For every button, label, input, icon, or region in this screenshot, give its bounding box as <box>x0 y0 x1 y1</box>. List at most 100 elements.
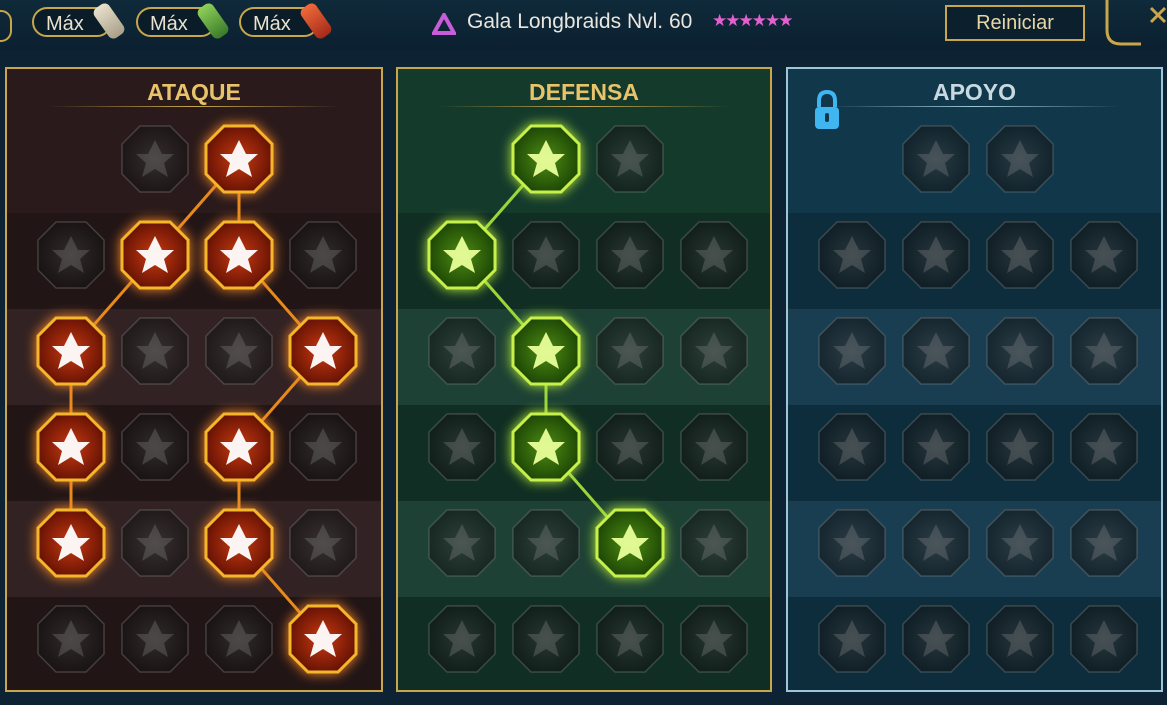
skill-node[interactable] <box>985 220 1055 290</box>
skill-node[interactable] <box>36 508 106 578</box>
currency-pill-label: Máx <box>150 13 188 35</box>
skill-node[interactable] <box>817 412 887 482</box>
tribal-mask-icon <box>986 605 1054 673</box>
horned-skull-icon <box>902 605 970 673</box>
skill-node[interactable] <box>595 412 665 482</box>
skill-node[interactable] <box>511 412 581 482</box>
skill-node[interactable] <box>120 508 190 578</box>
skill-node[interactable] <box>985 604 1055 674</box>
skill-node[interactable] <box>511 508 581 578</box>
skill-node[interactable] <box>1069 604 1139 674</box>
reset-button[interactable]: Reiniciar <box>945 5 1085 41</box>
skill-node[interactable] <box>204 124 274 194</box>
skill-node[interactable] <box>427 316 497 386</box>
blessed-figure-icon <box>818 317 886 385</box>
skill-node[interactable] <box>679 220 749 290</box>
skill-node[interactable] <box>901 124 971 194</box>
skill-node[interactable] <box>595 508 665 578</box>
currency-pill-label: Máx <box>46 13 84 35</box>
skill-node[interactable] <box>511 316 581 386</box>
skill-node[interactable] <box>901 316 971 386</box>
skill-node[interactable] <box>120 316 190 386</box>
skill-node[interactable] <box>120 124 190 194</box>
skill-node[interactable] <box>679 508 749 578</box>
skill-node[interactable] <box>511 604 581 674</box>
sword-aura-icon <box>204 508 274 578</box>
currency-pill-3[interactable]: Máx <box>239 1 334 41</box>
defense-panel: DEFENSA <box>396 67 772 692</box>
skill-node[interactable] <box>595 316 665 386</box>
skill-node[interactable] <box>120 604 190 674</box>
skill-node[interactable] <box>204 412 274 482</box>
skill-node[interactable] <box>427 508 497 578</box>
skill-node[interactable] <box>985 412 1055 482</box>
skill-node[interactable] <box>204 508 274 578</box>
skill-node[interactable] <box>817 508 887 578</box>
skill-node[interactable] <box>679 316 749 386</box>
skill-node[interactable] <box>120 220 190 290</box>
skill-node[interactable] <box>36 604 106 674</box>
skill-node[interactable] <box>817 220 887 290</box>
ogre-face-icon <box>596 605 664 673</box>
blade-slash-icon <box>204 124 274 194</box>
skill-node[interactable] <box>985 316 1055 386</box>
broken-sword-icon <box>680 221 748 289</box>
skill-node[interactable] <box>288 316 358 386</box>
skill-node[interactable] <box>595 604 665 674</box>
skill-node[interactable] <box>204 316 274 386</box>
skill-node[interactable] <box>1069 508 1139 578</box>
triple-drop-icon <box>512 509 580 577</box>
knight-helm-icon <box>121 605 189 673</box>
chained-heart-icon <box>818 413 886 481</box>
potion-flask-icon <box>818 605 886 673</box>
skill-node[interactable] <box>901 508 971 578</box>
skill-node[interactable] <box>288 412 358 482</box>
skill-node[interactable] <box>679 412 749 482</box>
skill-node[interactable] <box>595 220 665 290</box>
back-button-edge[interactable] <box>0 10 12 42</box>
shield-heart-icon <box>596 317 664 385</box>
currency-pill-2[interactable]: Máx <box>136 1 231 41</box>
skill-node[interactable] <box>985 124 1055 194</box>
skill-node[interactable] <box>817 316 887 386</box>
skill-node[interactable] <box>1069 220 1139 290</box>
skill-node[interactable] <box>288 604 358 674</box>
skill-node[interactable] <box>511 124 581 194</box>
skill-node[interactable] <box>901 604 971 674</box>
skill-node[interactable] <box>120 412 190 482</box>
skill-node[interactable] <box>427 604 497 674</box>
chevron-shield-icon <box>427 220 497 290</box>
skill-node[interactable] <box>204 604 274 674</box>
heart-plus-icon <box>902 125 970 193</box>
corner-frame-icon <box>1105 0 1167 46</box>
skill-node[interactable] <box>985 508 1055 578</box>
skill-node[interactable] <box>901 412 971 482</box>
bleeding-heart-icon <box>36 412 106 482</box>
red-scroll-icon <box>298 1 334 41</box>
skill-node[interactable] <box>427 220 497 290</box>
cloak-icon <box>428 317 496 385</box>
skill-node[interactable] <box>36 412 106 482</box>
armored-torso-icon <box>428 605 496 673</box>
heart-thorn-icon <box>289 221 357 289</box>
skill-node[interactable] <box>204 220 274 290</box>
skill-node[interactable] <box>288 220 358 290</box>
skill-node[interactable] <box>595 124 665 194</box>
skill-node[interactable] <box>427 412 497 482</box>
warrior-stance-icon <box>596 221 664 289</box>
skill-node[interactable] <box>36 316 106 386</box>
skill-node[interactable] <box>679 604 749 674</box>
skill-node[interactable] <box>511 220 581 290</box>
skill-node[interactable] <box>817 604 887 674</box>
skill-node[interactable] <box>1069 316 1139 386</box>
currency-pill-1[interactable]: Máx <box>32 1 127 41</box>
skill-node[interactable] <box>36 220 106 290</box>
attack-panel: ATAQUE <box>5 67 383 692</box>
skill-node[interactable] <box>901 220 971 290</box>
skill-node[interactable] <box>288 508 358 578</box>
skill-node[interactable] <box>1069 412 1139 482</box>
raised-fist-icon <box>596 125 664 193</box>
green-scroll-icon <box>195 1 231 41</box>
swirl-icon <box>680 509 748 577</box>
dash-runner-icon <box>428 509 496 577</box>
